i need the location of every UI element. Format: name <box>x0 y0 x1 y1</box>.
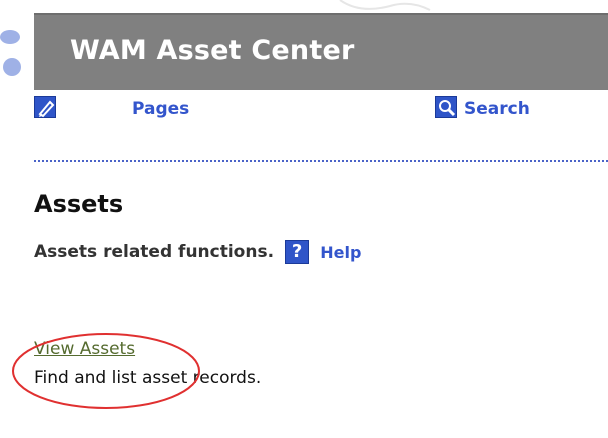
help-icon[interactable]: ? <box>285 240 310 264</box>
decorative-swoosh-icon <box>0 30 21 76</box>
white-mask <box>84 94 132 128</box>
nav-row: Pages Search <box>34 94 608 128</box>
description-row: Assets related functions. ? Help <box>34 240 361 268</box>
dotted-separator <box>34 160 608 162</box>
help-link[interactable]: Help <box>320 243 361 262</box>
page-heading: Assets <box>34 190 124 218</box>
left-decoration <box>0 0 26 438</box>
pages-link[interactable]: Pages <box>132 99 189 119</box>
magnifier-icon[interactable] <box>435 96 457 118</box>
view-assets-description: Find and list asset records. <box>34 368 262 388</box>
faint-watermark-icon <box>339 0 431 11</box>
section-description: Assets related functions. <box>34 242 275 262</box>
app-title: WAM Asset Center <box>70 35 355 66</box>
pencil-icon[interactable] <box>34 96 56 118</box>
search-link[interactable]: Search <box>464 99 530 119</box>
view-assets-link[interactable]: View Assets <box>34 339 135 359</box>
